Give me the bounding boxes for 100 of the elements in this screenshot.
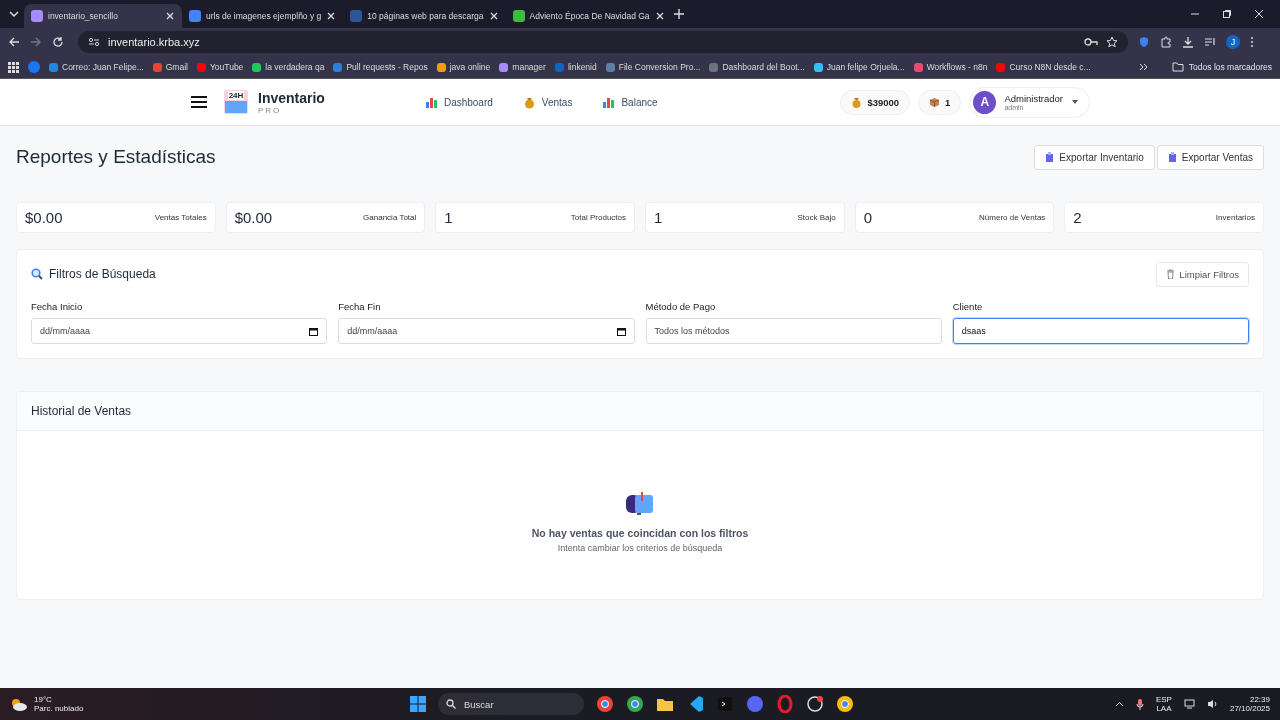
menu-icon[interactable] (1250, 36, 1254, 48)
nav-link[interactable]: Balance (602, 95, 658, 109)
site-icon (189, 10, 201, 22)
bookmark[interactable]: la verdadera qa (252, 62, 325, 72)
date-field[interactable]: dd/mm/aaaa (31, 318, 328, 344)
close-icon[interactable] (654, 11, 665, 21)
page-title: Reportes y Estadísticas (16, 146, 216, 168)
stat-label: Ganancia Total (363, 213, 417, 222)
back-icon[interactable] (8, 36, 20, 48)
bookmark[interactable]: Pull requests - Repos (333, 62, 428, 72)
browser-tab[interactable]: inventario_sencillo (24, 4, 182, 28)
menu-icon[interactable] (190, 95, 208, 109)
close-icon[interactable] (326, 11, 337, 21)
date-field[interactable]: dd/mm/aaaa (338, 318, 635, 344)
more-icon[interactable] (1138, 63, 1149, 71)
new-tab-icon[interactable] (671, 7, 686, 21)
shield-icon[interactable] (1138, 36, 1150, 48)
filters-title: Filtros de Búsqueda (49, 267, 156, 281)
field-label: Fecha Inicio (31, 301, 84, 312)
store-logo: 24H (224, 90, 248, 114)
mailbox-icon (625, 491, 655, 515)
all-bookmarks[interactable]: Todos los marcadores (1171, 62, 1272, 72)
extensions-icon[interactable] (1160, 36, 1172, 48)
stat-value: 2 (1073, 209, 1082, 226)
reload-icon[interactable] (52, 36, 64, 48)
clear-filters-button[interactable]: Limpiar Filtros (1156, 261, 1249, 287)
site-icon (350, 10, 363, 22)
stat-value: $0.00 (25, 209, 63, 226)
bookmark[interactable]: Juan felipe Orjuela... (813, 62, 905, 72)
calendar-icon (309, 326, 319, 336)
close-icon[interactable] (1254, 9, 1264, 19)
apps-icon[interactable] (8, 61, 19, 73)
close-icon[interactable] (488, 11, 499, 21)
download-icon[interactable] (1182, 36, 1194, 48)
restore-icon[interactable] (1222, 9, 1232, 19)
keyboard-language[interactable]: ESP LAA (1155, 695, 1172, 713)
money-bag-icon (522, 95, 536, 109)
stat-value: 0 (863, 209, 872, 226)
export-button[interactable]: Exportar Ventas (1156, 144, 1264, 170)
cloud-icon (10, 697, 28, 711)
weather-widget[interactable]: 19°C Parc. nublado (10, 695, 410, 713)
history-title: Historial de Ventas (17, 392, 1263, 431)
field-label: Fecha Fin (338, 301, 382, 312)
bookmark[interactable]: manager (499, 62, 546, 72)
bookmark[interactable]: Workflows - n8n (913, 62, 988, 72)
bookmark[interactable]: File Conversion Pro... (605, 62, 701, 72)
close-icon[interactable] (165, 11, 175, 21)
stat-label: Inventarios (1215, 213, 1255, 222)
browser-icon[interactable] (596, 695, 614, 713)
site-icon (31, 10, 43, 22)
trash-icon (1166, 269, 1176, 279)
bookmark[interactable]: YouTube (196, 62, 244, 72)
bookmark[interactable]: Curso N8N desde c... (996, 62, 1091, 72)
payment-method-select[interactable]: Todos los métodos (645, 318, 942, 344)
browser-tab[interactable]: Adviento Época De Navidad Ga (505, 4, 672, 28)
empty-state-hint: Intenta cambiar los criterios de búsqueda (557, 543, 723, 553)
microphone-icon[interactable] (1135, 698, 1144, 710)
bookmark[interactable]: Dashboard del Boot... (709, 62, 805, 72)
browser-tab[interactable]: urls de imagenes ejemplño y g (182, 4, 344, 28)
clipboard-icon (1045, 152, 1055, 162)
taskbar-search[interactable]: Buscar (438, 693, 584, 715)
profile-avatar[interactable]: J (1226, 35, 1240, 49)
box-icon (929, 96, 941, 108)
nav-link[interactable]: Dashboard (424, 95, 493, 109)
start-icon[interactable] (410, 696, 426, 712)
app-subtitle: PRO (258, 105, 283, 115)
site-icon (512, 10, 525, 22)
site-settings-icon (88, 36, 100, 48)
empty-state-title: No hay ventas que coincidan con los filtros (531, 527, 749, 539)
stat-label: Ventas Totales (154, 213, 207, 222)
calendar-icon (616, 326, 626, 336)
bookmark[interactable]: linkenid (554, 62, 597, 72)
bookmark[interactable]: Correo: Juan Felipe... (49, 62, 144, 72)
stat-value: $0.00 (234, 209, 273, 226)
media-icon[interactable] (1204, 36, 1216, 48)
taskbar-clock[interactable]: 22:39 27/10/2025 (1229, 695, 1270, 713)
bookmark[interactable]: Gmail (152, 62, 188, 72)
client-field[interactable]: dsaas (952, 318, 1249, 344)
user-avatar: A (973, 90, 997, 114)
star-icon[interactable] (1106, 36, 1118, 48)
key-icon[interactable] (1084, 36, 1098, 48)
forward-icon[interactable] (30, 36, 42, 48)
caret-icon (1071, 99, 1079, 105)
nav-link[interactable]: Ventas (522, 95, 573, 109)
field-label: Cliente (952, 301, 984, 312)
browser-tab[interactable]: 10 páginas web para descarga (343, 4, 506, 28)
balance-badge: $39000 (840, 89, 911, 115)
address-bar[interactable]: inventario.krba.xyz (78, 31, 1128, 53)
inventory-count-badge[interactable]: 1 (918, 89, 962, 115)
browser-icon[interactable] (836, 695, 854, 713)
stat-value: 1 (654, 209, 663, 226)
speaker-icon[interactable] (1206, 699, 1218, 709)
stat-label: Stock Bajo (797, 213, 836, 222)
export-button[interactable]: Exportar Inventario (1034, 144, 1155, 170)
browser-icon[interactable] (626, 695, 644, 713)
terminal-icon[interactable] (716, 695, 734, 713)
network-icon[interactable] (1183, 699, 1195, 709)
chevron-up-icon[interactable] (1114, 701, 1124, 707)
chart-icon (602, 95, 616, 109)
bookmark[interactable]: java online (436, 62, 491, 72)
